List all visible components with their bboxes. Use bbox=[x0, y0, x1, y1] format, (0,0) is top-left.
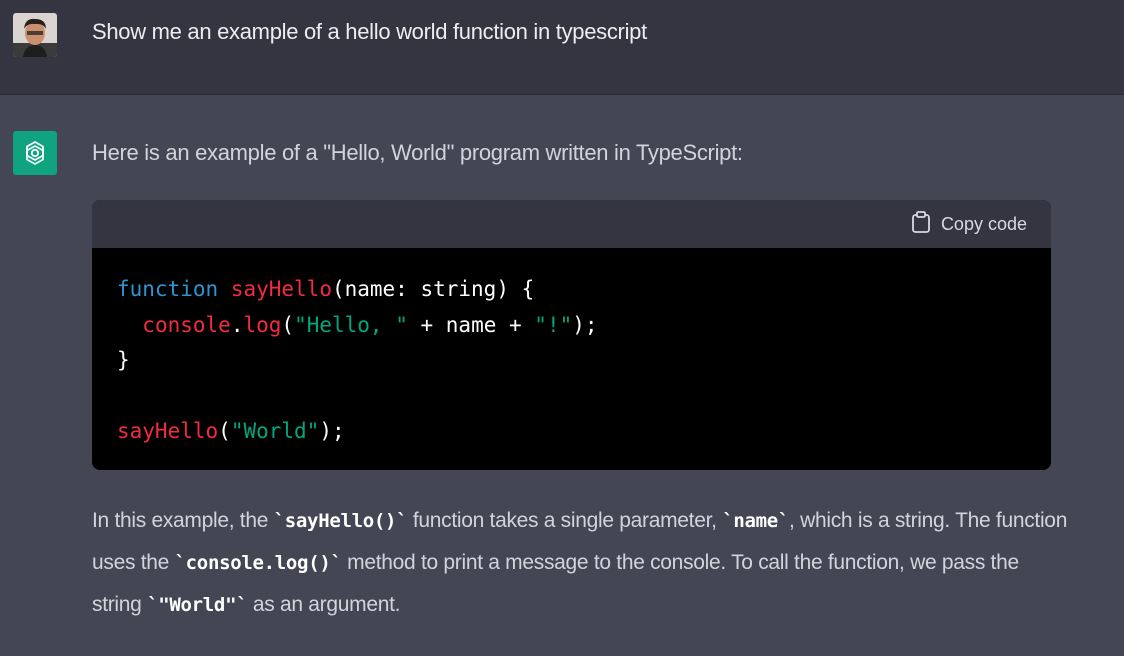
user-avatar bbox=[13, 13, 57, 57]
code-function-name: sayHello bbox=[117, 419, 219, 443]
code-block: Copy code function sayHello(name: string… bbox=[92, 200, 1051, 470]
inline-code: `console.log()` bbox=[174, 552, 342, 574]
inline-code: `"World"` bbox=[147, 594, 248, 616]
assistant-explanation: In this example, the `sayHello()` functi… bbox=[92, 500, 1072, 626]
assistant-message-row: Here is an example of a "Hello, World" p… bbox=[0, 95, 1124, 656]
inline-code: `sayHello()` bbox=[273, 510, 408, 532]
code-text: ); bbox=[572, 312, 598, 337]
copy-code-label: Copy code bbox=[940, 213, 1027, 234]
code-keyword: function bbox=[117, 277, 219, 301]
code-method: log bbox=[243, 312, 282, 337]
user-message-text: Show me an example of a hello world func… bbox=[92, 19, 647, 44]
code-text: + name + bbox=[407, 312, 535, 337]
code-string: "Hello, " bbox=[294, 312, 408, 337]
code-text: ( bbox=[218, 419, 231, 443]
user-message-row: Show me an example of a hello world func… bbox=[0, 0, 1124, 95]
explanation-text: function takes a single parameter, bbox=[407, 509, 723, 532]
code-string: "!" bbox=[534, 312, 573, 337]
explanation-text: In this example, the bbox=[92, 509, 274, 532]
code-text: ( bbox=[281, 312, 295, 337]
copy-code-button[interactable]: Copy code bbox=[911, 210, 1027, 238]
code-text: (name: string) { bbox=[331, 277, 535, 301]
clipboard-icon bbox=[911, 210, 931, 238]
code-text: ); bbox=[319, 419, 345, 443]
code-function-name: sayHello bbox=[230, 277, 332, 301]
assistant-intro-text: Here is an example of a "Hello, World" p… bbox=[92, 140, 743, 165]
explanation-text: as an argument. bbox=[247, 593, 401, 616]
openai-logo-icon bbox=[13, 131, 57, 175]
code-object: console bbox=[142, 312, 231, 337]
inline-code: `name` bbox=[722, 510, 790, 532]
code-text: } bbox=[117, 348, 130, 372]
code-text: . bbox=[230, 312, 244, 337]
code-string: "World" bbox=[230, 419, 320, 443]
code-block-header: Copy code bbox=[92, 200, 1051, 248]
code-content: function sayHello(name: string) { consol… bbox=[92, 248, 1051, 450]
